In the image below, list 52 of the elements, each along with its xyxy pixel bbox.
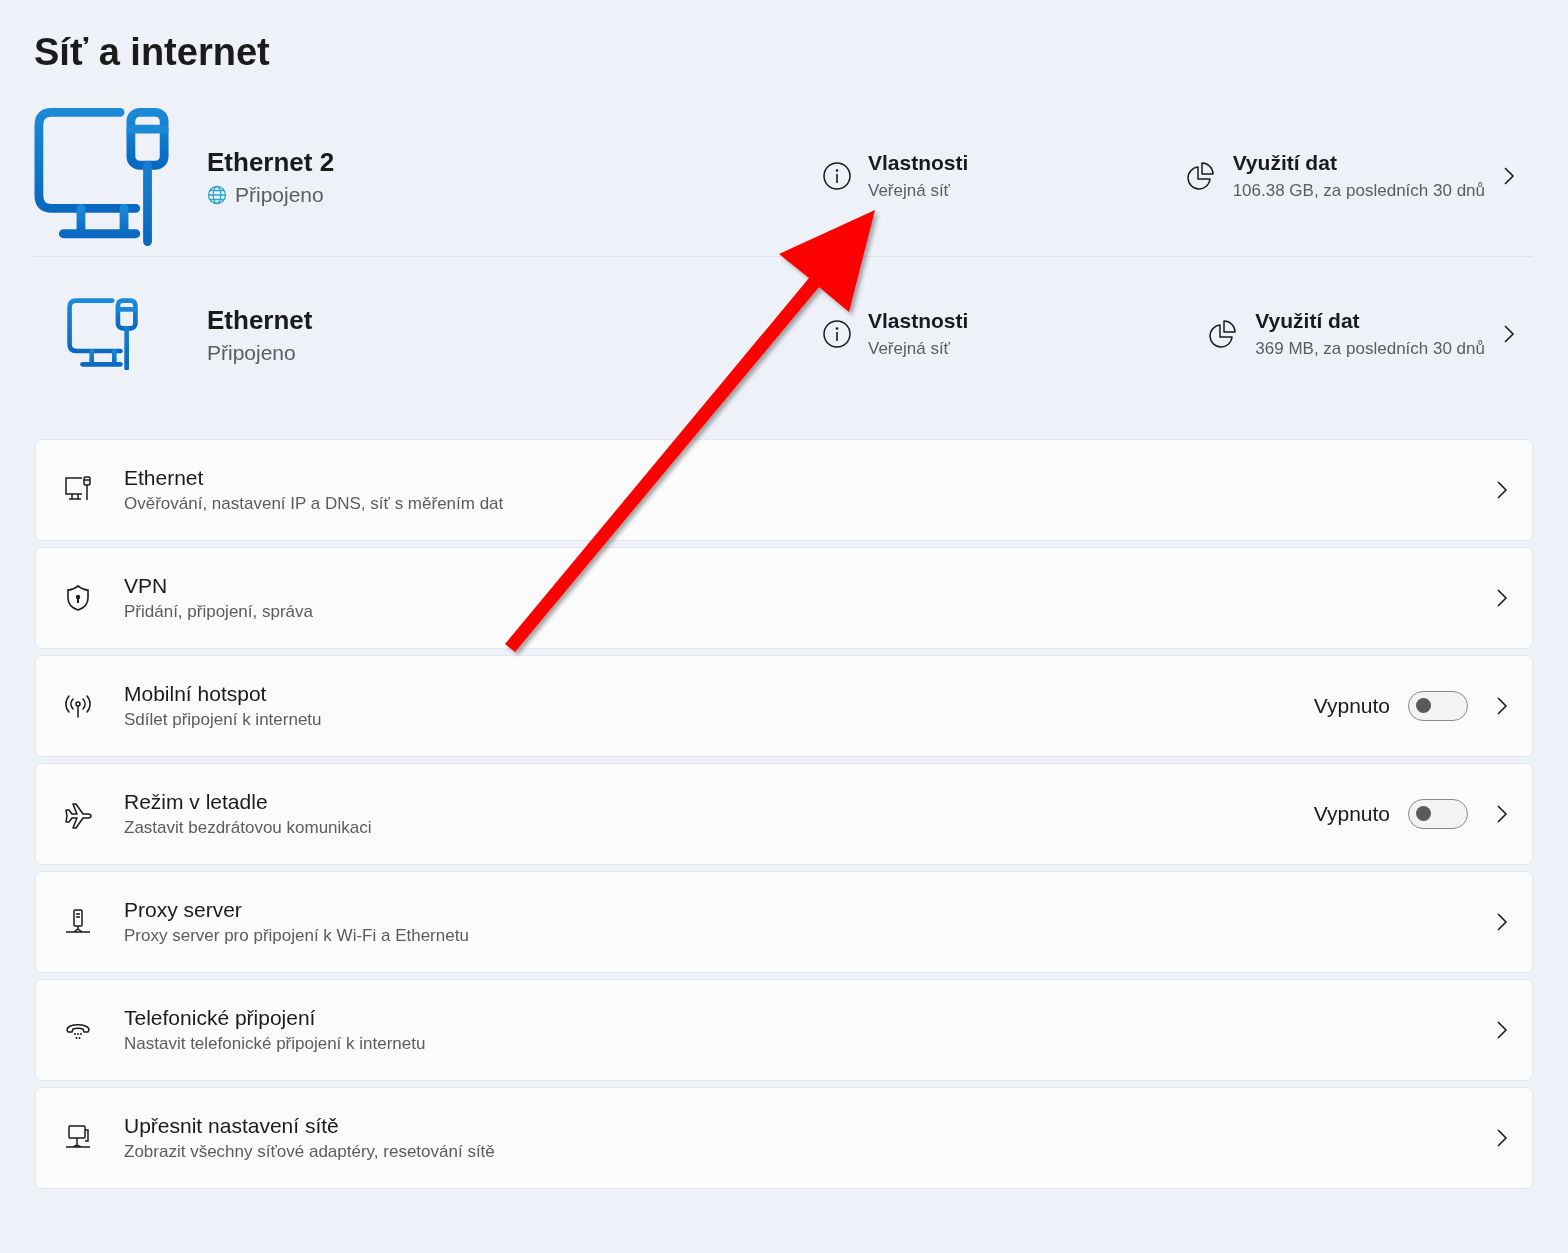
settings-card[interactable]: Ethernet Ověřování, nastavení IP a DNS, síť s měřením dat — [35, 439, 1533, 541]
toggle-state-label: Vypnuto — [1313, 802, 1390, 826]
chevron-right-icon — [1496, 480, 1508, 500]
chevron-right-icon — [1496, 696, 1508, 716]
chevron-right-icon — [1496, 912, 1508, 932]
chevron-right-icon — [1496, 804, 1508, 824]
page-title: Síť a internet — [34, 30, 271, 75]
setting-description: Ověřování, nastavení IP a DNS, síť s měřením dat — [124, 493, 505, 515]
setting-description: Přidání, připojení, správa — [124, 601, 314, 623]
computer-icon — [34, 106, 171, 246]
adapter-name: Ethernet 2 — [207, 146, 336, 179]
settings-card[interactable]: Proxy server Proxy server pro připojení k Wi-Fi a Ethernetu — [35, 871, 1533, 973]
toggle-state-label: Vypnuto — [1313, 694, 1390, 718]
connection-status: Připojeno — [235, 183, 324, 207]
chevron-right-icon — [1503, 166, 1515, 186]
setting-description: Zobrazit všechny síťové adaptéry, resetování sítě — [124, 1141, 496, 1163]
toggle-switch[interactable] — [1408, 799, 1468, 829]
settings-card[interactable]: VPN Přidání, připojení, správa — [35, 547, 1533, 649]
setting-title: Proxy server — [124, 897, 243, 923]
adapter-name: Ethernet — [207, 304, 314, 337]
setting-title: Ethernet — [124, 465, 205, 491]
setting-title: Režim v letadle — [124, 789, 269, 815]
settings-card[interactable]: Režim v letadle Zastavit bezdrátovou komunikaci Vypnuto — [35, 763, 1533, 865]
chevron-right-icon — [1496, 588, 1508, 608]
info-icon — [822, 161, 852, 191]
setting-description: Zastavit bezdrátovou komunikaci — [124, 817, 373, 839]
connection-status: Připojeno — [207, 341, 296, 365]
network-type: Veřejná síť — [868, 180, 951, 202]
settings-card[interactable]: Upřesnit nastavení sítě Zobrazit všechny síťové adaptéry, resetování sítě — [35, 1087, 1533, 1189]
properties-label: Vlastnosti — [868, 308, 969, 334]
chevron-right-icon — [1503, 324, 1515, 344]
data-usage-value: 369 MB, za posledních 30 dnů — [1255, 338, 1485, 360]
data-usage-label: Využití dat — [1232, 150, 1338, 176]
setting-title: Telefonické připojení — [124, 1005, 317, 1031]
network-type: Veřejná síť — [868, 338, 951, 360]
settings-card[interactable]: Mobilní hotspot Sdílet připojení k internetu Vypnuto — [35, 655, 1533, 757]
info-icon — [822, 319, 852, 349]
pie-chart-icon — [1184, 160, 1217, 192]
properties-label: Vlastnosti — [868, 150, 969, 176]
chevron-right-icon — [1496, 1128, 1508, 1148]
data-usage-label: Využití dat — [1255, 308, 1361, 334]
setting-title: VPN — [124, 573, 169, 599]
chevron-right-icon — [1496, 1020, 1508, 1040]
computer-icon — [66, 298, 139, 370]
data-usage-value: 106.38 GB, za posledních 30 dnů — [1232, 180, 1485, 202]
setting-description: Proxy server pro připojení k Wi-Fi a Ethernetu — [124, 925, 470, 947]
setting-description: Sdílet připojení k internetu — [124, 709, 323, 731]
setting-title: Mobilní hotspot — [124, 681, 268, 707]
settings-card[interactable]: Telefonické připojení Nastavit telefonické připojení k internetu — [35, 979, 1533, 1081]
setting-title: Upřesnit nastavení sítě — [124, 1113, 340, 1139]
setting-description: Nastavit telefonické připojení k internetu — [124, 1033, 427, 1055]
toggle-switch[interactable] — [1408, 691, 1468, 721]
